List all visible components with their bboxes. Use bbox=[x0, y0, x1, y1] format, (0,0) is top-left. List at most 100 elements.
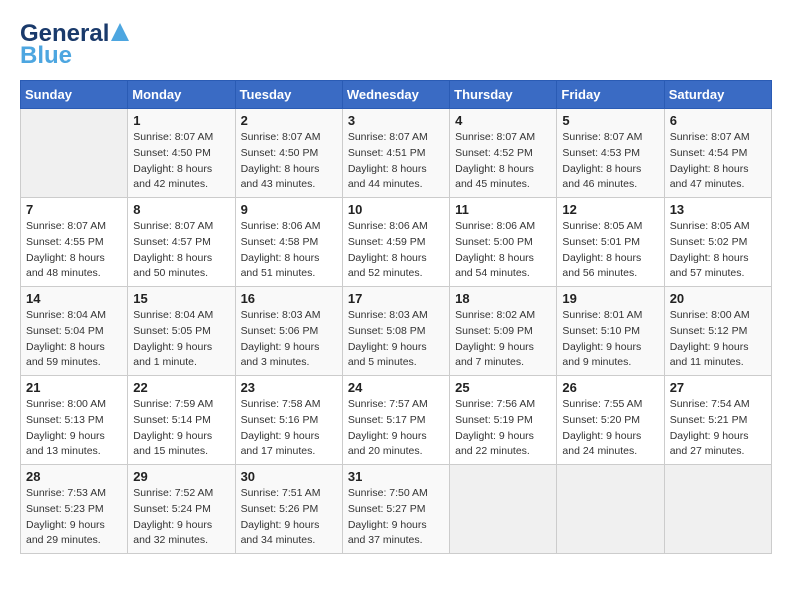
day-detail: Sunrise: 8:01 AMSunset: 5:10 PMDaylight:… bbox=[562, 308, 658, 371]
calendar-cell: 1 Sunrise: 8:07 AMSunset: 4:50 PMDaylight… bbox=[128, 109, 235, 198]
day-number: 12 bbox=[562, 202, 658, 217]
day-detail: Sunrise: 8:06 AMSunset: 5:00 PMDaylight:… bbox=[455, 219, 551, 282]
logo-triangle-icon bbox=[111, 23, 129, 41]
day-detail: Sunrise: 8:04 AMSunset: 5:05 PMDaylight:… bbox=[133, 308, 229, 371]
day-number: 8 bbox=[133, 202, 229, 217]
day-number: 14 bbox=[26, 291, 122, 306]
day-detail: Sunrise: 8:00 AMSunset: 5:12 PMDaylight:… bbox=[670, 308, 766, 371]
day-detail: Sunrise: 7:59 AMSunset: 5:14 PMDaylight:… bbox=[133, 397, 229, 460]
day-detail: Sunrise: 7:55 AMSunset: 5:20 PMDaylight:… bbox=[562, 397, 658, 460]
calendar-cell bbox=[21, 109, 128, 198]
day-detail: Sunrise: 8:06 AMSunset: 4:58 PMDaylight:… bbox=[241, 219, 337, 282]
calendar-week-row: 21 Sunrise: 8:00 AMSunset: 5:13 PMDayligh… bbox=[21, 376, 772, 465]
day-number: 19 bbox=[562, 291, 658, 306]
day-detail: Sunrise: 7:56 AMSunset: 5:19 PMDaylight:… bbox=[455, 397, 551, 460]
day-number: 30 bbox=[241, 469, 337, 484]
day-detail: Sunrise: 7:54 AMSunset: 5:21 PMDaylight:… bbox=[670, 397, 766, 460]
calendar-cell: 7 Sunrise: 8:07 AMSunset: 4:55 PMDaylight… bbox=[21, 198, 128, 287]
day-number: 29 bbox=[133, 469, 229, 484]
weekday-header: Friday bbox=[557, 81, 664, 109]
calendar-cell: 23 Sunrise: 7:58 AMSunset: 5:16 PMDayligh… bbox=[235, 376, 342, 465]
day-number: 3 bbox=[348, 113, 444, 128]
day-detail: Sunrise: 8:06 AMSunset: 4:59 PMDaylight:… bbox=[348, 219, 444, 282]
day-number: 25 bbox=[455, 380, 551, 395]
day-number: 18 bbox=[455, 291, 551, 306]
day-detail: Sunrise: 8:05 AMSunset: 5:01 PMDaylight:… bbox=[562, 219, 658, 282]
day-number: 26 bbox=[562, 380, 658, 395]
day-detail: Sunrise: 8:02 AMSunset: 5:09 PMDaylight:… bbox=[455, 308, 551, 371]
weekday-header: Sunday bbox=[21, 81, 128, 109]
day-detail: Sunrise: 8:07 AMSunset: 4:51 PMDaylight:… bbox=[348, 130, 444, 193]
calendar-cell: 4Sunrise: 8:07 AMSunset: 4:52 PMDaylight… bbox=[450, 109, 557, 198]
logo: General Blue bbox=[20, 20, 129, 70]
day-number: 5 bbox=[562, 113, 658, 128]
day-detail: Sunrise: 8:07 AMSunset: 4:50 PMDaylight:… bbox=[133, 130, 229, 193]
calendar-cell: 28 Sunrise: 7:53 AMSunset: 5:23 PMDayligh… bbox=[21, 465, 128, 554]
day-number: 27 bbox=[670, 380, 766, 395]
weekday-header: Monday bbox=[128, 81, 235, 109]
calendar-cell: 29 Sunrise: 7:52 AMSunset: 5:24 PMDayligh… bbox=[128, 465, 235, 554]
calendar-cell: 9 Sunrise: 8:06 AMSunset: 4:58 PMDaylight… bbox=[235, 198, 342, 287]
day-detail: Sunrise: 8:07 AMSunset: 4:53 PMDaylight:… bbox=[562, 130, 658, 193]
day-number: 17 bbox=[348, 291, 444, 306]
calendar-cell: 6 Sunrise: 8:07 AMSunset: 4:54 PMDaylight… bbox=[664, 109, 771, 198]
calendar-cell: 19 Sunrise: 8:01 AMSunset: 5:10 PMDayligh… bbox=[557, 287, 664, 376]
calendar-cell: 11 Sunrise: 8:06 AMSunset: 5:00 PMDayligh… bbox=[450, 198, 557, 287]
calendar-cell: 12 Sunrise: 8:05 AMSunset: 5:01 PMDayligh… bbox=[557, 198, 664, 287]
calendar-cell: 13 Sunrise: 8:05 AMSunset: 5:02 PMDayligh… bbox=[664, 198, 771, 287]
calendar-cell: 26 Sunrise: 7:55 AMSunset: 5:20 PMDayligh… bbox=[557, 376, 664, 465]
day-number: 24 bbox=[348, 380, 444, 395]
day-number: 21 bbox=[26, 380, 122, 395]
day-detail: Sunrise: 8:04 AMSunset: 5:04 PMDaylight:… bbox=[26, 308, 122, 371]
calendar-cell bbox=[450, 465, 557, 554]
day-detail: Sunrise: 7:57 AMSunset: 5:17 PMDaylight:… bbox=[348, 397, 444, 460]
day-detail: Sunrise: 7:58 AMSunset: 5:16 PMDaylight:… bbox=[241, 397, 337, 460]
day-detail: Sunrise: 7:51 AMSunset: 5:26 PMDaylight:… bbox=[241, 486, 337, 549]
day-detail: Sunrise: 7:50 AMSunset: 5:27 PMDaylight:… bbox=[348, 486, 444, 549]
calendar-cell: 20 Sunrise: 8:00 AMSunset: 5:12 PMDayligh… bbox=[664, 287, 771, 376]
day-number: 20 bbox=[670, 291, 766, 306]
calendar-cell: 21 Sunrise: 8:00 AMSunset: 5:13 PMDayligh… bbox=[21, 376, 128, 465]
day-detail: Sunrise: 8:07 AMSunset: 4:54 PMDaylight:… bbox=[670, 130, 766, 193]
day-detail: Sunrise: 8:05 AMSunset: 5:02 PMDaylight:… bbox=[670, 219, 766, 282]
day-number: 13 bbox=[670, 202, 766, 217]
calendar-cell bbox=[664, 465, 771, 554]
day-number: 22 bbox=[133, 380, 229, 395]
day-number: 9 bbox=[241, 202, 337, 217]
calendar-cell: 17 Sunrise: 8:03 AMSunset: 5:08 PMDayligh… bbox=[342, 287, 449, 376]
day-detail: Sunrise: 7:52 AMSunset: 5:24 PMDaylight:… bbox=[133, 486, 229, 549]
calendar-week-row: 1 Sunrise: 8:07 AMSunset: 4:50 PMDaylight… bbox=[21, 109, 772, 198]
calendar-cell: 14 Sunrise: 8:04 AMSunset: 5:04 PMDayligh… bbox=[21, 287, 128, 376]
day-detail: Sunrise: 8:00 AMSunset: 5:13 PMDaylight:… bbox=[26, 397, 122, 460]
day-number: 11 bbox=[455, 202, 551, 217]
calendar-cell: 24 Sunrise: 7:57 AMSunset: 5:17 PMDayligh… bbox=[342, 376, 449, 465]
calendar-cell bbox=[557, 465, 664, 554]
calendar-cell: 25 Sunrise: 7:56 AMSunset: 5:19 PMDayligh… bbox=[450, 376, 557, 465]
day-detail: Sunrise: 7:53 AMSunset: 5:23 PMDaylight:… bbox=[26, 486, 122, 549]
day-detail: Sunrise: 8:03 AMSunset: 5:06 PMDaylight:… bbox=[241, 308, 337, 371]
day-number: 1 bbox=[133, 113, 229, 128]
logo-blue: Blue bbox=[20, 42, 72, 70]
day-number: 16 bbox=[241, 291, 337, 306]
weekday-header-row: SundayMondayTuesdayWednesdayThursdayFrid… bbox=[21, 81, 772, 109]
calendar-cell: 5 Sunrise: 8:07 AMSunset: 4:53 PMDaylight… bbox=[557, 109, 664, 198]
calendar-cell: 8 Sunrise: 8:07 AMSunset: 4:57 PMDaylight… bbox=[128, 198, 235, 287]
day-number: 28 bbox=[26, 469, 122, 484]
calendar-cell: 30 Sunrise: 7:51 AMSunset: 5:26 PMDayligh… bbox=[235, 465, 342, 554]
day-detail: Sunrise: 8:07 AMSunset: 4:55 PMDaylight:… bbox=[26, 219, 122, 282]
day-detail: Sunrise: 8:03 AMSunset: 5:08 PMDaylight:… bbox=[348, 308, 444, 371]
day-number: 2 bbox=[241, 113, 337, 128]
day-number: 23 bbox=[241, 380, 337, 395]
weekday-header: Saturday bbox=[664, 81, 771, 109]
day-detail: Sunrise: 8:07 AMSunset: 4:52 PMDaylight:… bbox=[455, 130, 551, 193]
calendar-week-row: 14 Sunrise: 8:04 AMSunset: 5:04 PMDayligh… bbox=[21, 287, 772, 376]
weekday-header: Wednesday bbox=[342, 81, 449, 109]
day-number: 6 bbox=[670, 113, 766, 128]
calendar-table: SundayMondayTuesdayWednesdayThursdayFrid… bbox=[20, 80, 772, 554]
day-detail: Sunrise: 8:07 AMSunset: 4:50 PMDaylight:… bbox=[241, 130, 337, 193]
page-header: General Blue bbox=[20, 20, 772, 70]
day-detail: Sunrise: 8:07 AMSunset: 4:57 PMDaylight:… bbox=[133, 219, 229, 282]
calendar-cell: 3 Sunrise: 8:07 AMSunset: 4:51 PMDaylight… bbox=[342, 109, 449, 198]
calendar-week-row: 28 Sunrise: 7:53 AMSunset: 5:23 PMDayligh… bbox=[21, 465, 772, 554]
day-number: 7 bbox=[26, 202, 122, 217]
